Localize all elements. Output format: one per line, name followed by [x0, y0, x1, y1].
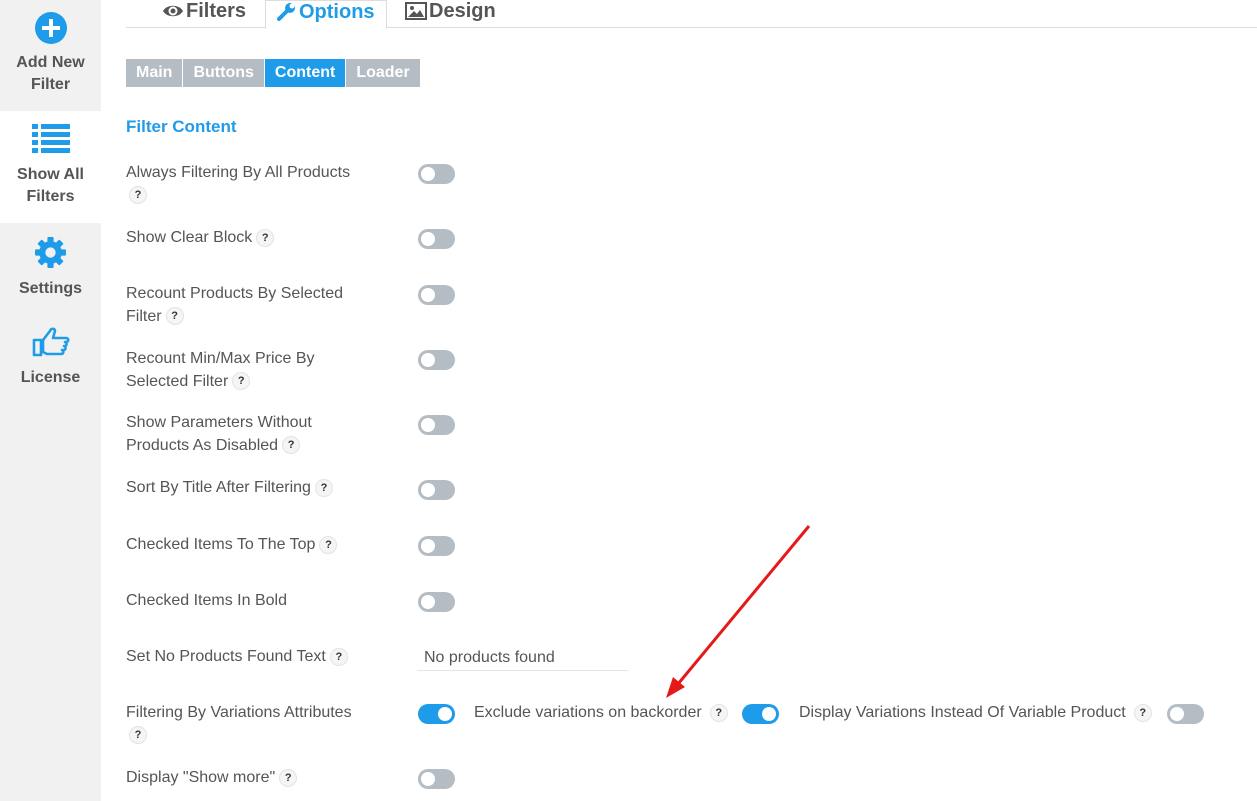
subtab-main[interactable]: Main [126, 59, 183, 87]
option-label-text: Show Clear Block [126, 229, 253, 246]
option-label-checked-to-top: Checked Items To The Top? [126, 534, 376, 557]
tab-options[interactable]: Options [265, 0, 387, 29]
section-title: Filter Content [126, 117, 237, 136]
tab-filters[interactable]: Filters [162, 0, 246, 28]
option-label-filter-by-variations: Filtering By Variations Attributes ? [126, 702, 376, 747]
option-label-text: Checked Items In Bold [126, 592, 287, 609]
help-icon[interactable]: ? [319, 535, 338, 554]
sidebar-item-license[interactable]: License [0, 326, 101, 392]
toggle-show-more[interactable] [418, 769, 455, 789]
option-label-text: Checked Items To The Top [126, 536, 316, 553]
plus-circle-icon [34, 12, 67, 44]
help-icon[interactable]: ? [282, 436, 301, 455]
option-label-show-params-disabled: Show Parameters Without Products As Disa… [126, 412, 336, 457]
help-icon[interactable]: ? [256, 228, 275, 247]
option-label-always-filtering: Always Filtering By All Products ? [126, 162, 376, 207]
tab-design[interactable]: Design [405, 0, 496, 28]
help-icon[interactable]: ? [709, 703, 728, 722]
option-label-sort-by-title: Sort By Title After Filtering? [126, 477, 376, 500]
subtabs: Main Buttons Content Loader [126, 59, 420, 87]
exclude-backorder-label: Exclude variations on backorder? [474, 702, 728, 724]
help-icon[interactable]: ? [329, 647, 348, 666]
sidebar-item-add-new-filter[interactable]: Add New Filter [0, 0, 101, 111]
sidebar: Add New Filter Show All Filters Settings [0, 0, 101, 801]
eye-icon [163, 5, 183, 17]
toggle-show-params-disabled[interactable] [418, 415, 455, 435]
sidebar-item-label: License [20, 369, 81, 386]
help-icon[interactable]: ? [165, 307, 184, 326]
option-label-text: Always Filtering By All Products [126, 164, 351, 181]
option-label-text: Set No Products Found Text [126, 648, 326, 665]
toggle-display-variations[interactable] [1167, 704, 1204, 724]
toggle-always-filtering[interactable] [418, 164, 455, 184]
subtab-buttons[interactable]: Buttons [183, 59, 264, 87]
toggle-exclude-backorder[interactable] [742, 704, 779, 724]
gear-icon [35, 237, 66, 268]
wrench-icon [277, 3, 295, 21]
display-variations-text: Display Variations Instead Of Variable P… [799, 704, 1126, 721]
subtab-content[interactable]: Content [264, 59, 346, 87]
display-variations-label: Display Variations Instead Of Variable P… [799, 702, 1152, 724]
exclude-backorder-text: Exclude variations on backorder [474, 704, 702, 721]
toggle-checked-in-bold[interactable] [418, 592, 455, 612]
sidebar-item-label: Filters [26, 188, 75, 205]
option-label-recount-products: Recount Products By Selected Filter? [126, 283, 366, 328]
thumbs-up-icon [32, 327, 70, 357]
option-label-no-products-text: Set No Products Found Text? [126, 646, 376, 669]
image-icon [405, 2, 427, 20]
option-label-text: Display "Show more" [126, 769, 276, 786]
sidebar-item-label: Filter [30, 76, 71, 93]
no-products-found-input[interactable] [417, 645, 628, 671]
help-icon[interactable]: ? [129, 726, 147, 745]
help-icon[interactable]: ? [1133, 703, 1152, 722]
help-icon[interactable]: ? [232, 372, 251, 391]
tab-label: Options [299, 1, 375, 23]
toggle-sort-by-title[interactable] [418, 480, 455, 500]
option-label-text: Recount Products By Selected Filter [126, 285, 344, 325]
toggle-show-clear-block[interactable] [418, 229, 455, 249]
toggle-recount-products[interactable] [418, 285, 455, 305]
toggle-recount-min-max[interactable] [418, 350, 455, 370]
option-label-show-clear-block: Show Clear Block? [126, 227, 376, 250]
sidebar-item-label: Settings [18, 280, 83, 297]
subtab-loader[interactable]: Loader [346, 59, 420, 87]
sidebar-item-show-all-filters[interactable]: Show All Filters [0, 111, 101, 223]
option-label-text: Sort By Title After Filtering [126, 479, 311, 496]
sidebar-item-label: Show All [17, 166, 84, 183]
option-label-text: Filtering By Variations Attributes [126, 704, 352, 721]
annotation-arrow-head [666, 677, 685, 698]
option-label-recount-min-max: Recount Min/Max Price By Selected Filter… [126, 348, 336, 393]
help-icon[interactable]: ? [129, 186, 147, 205]
option-label-text: Recount Min/Max Price By Selected Filter [126, 350, 315, 390]
option-label-checked-in-bold: Checked Items In Bold [126, 590, 376, 613]
sidebar-item-label: Add New [16, 54, 85, 71]
tab-label: Design [429, 0, 496, 22]
sidebar-item-settings[interactable]: Settings [0, 236, 101, 302]
toggle-filter-by-variations[interactable] [418, 704, 455, 724]
help-icon[interactable]: ? [279, 768, 298, 787]
tab-label: Filters [186, 0, 247, 22]
option-label-show-more: Display "Show more"? [126, 767, 376, 790]
help-icon[interactable]: ? [314, 478, 333, 497]
toggle-checked-to-top[interactable] [418, 536, 455, 556]
list-icon [31, 124, 70, 153]
annotation-arrow-shaft [676, 525, 811, 685]
